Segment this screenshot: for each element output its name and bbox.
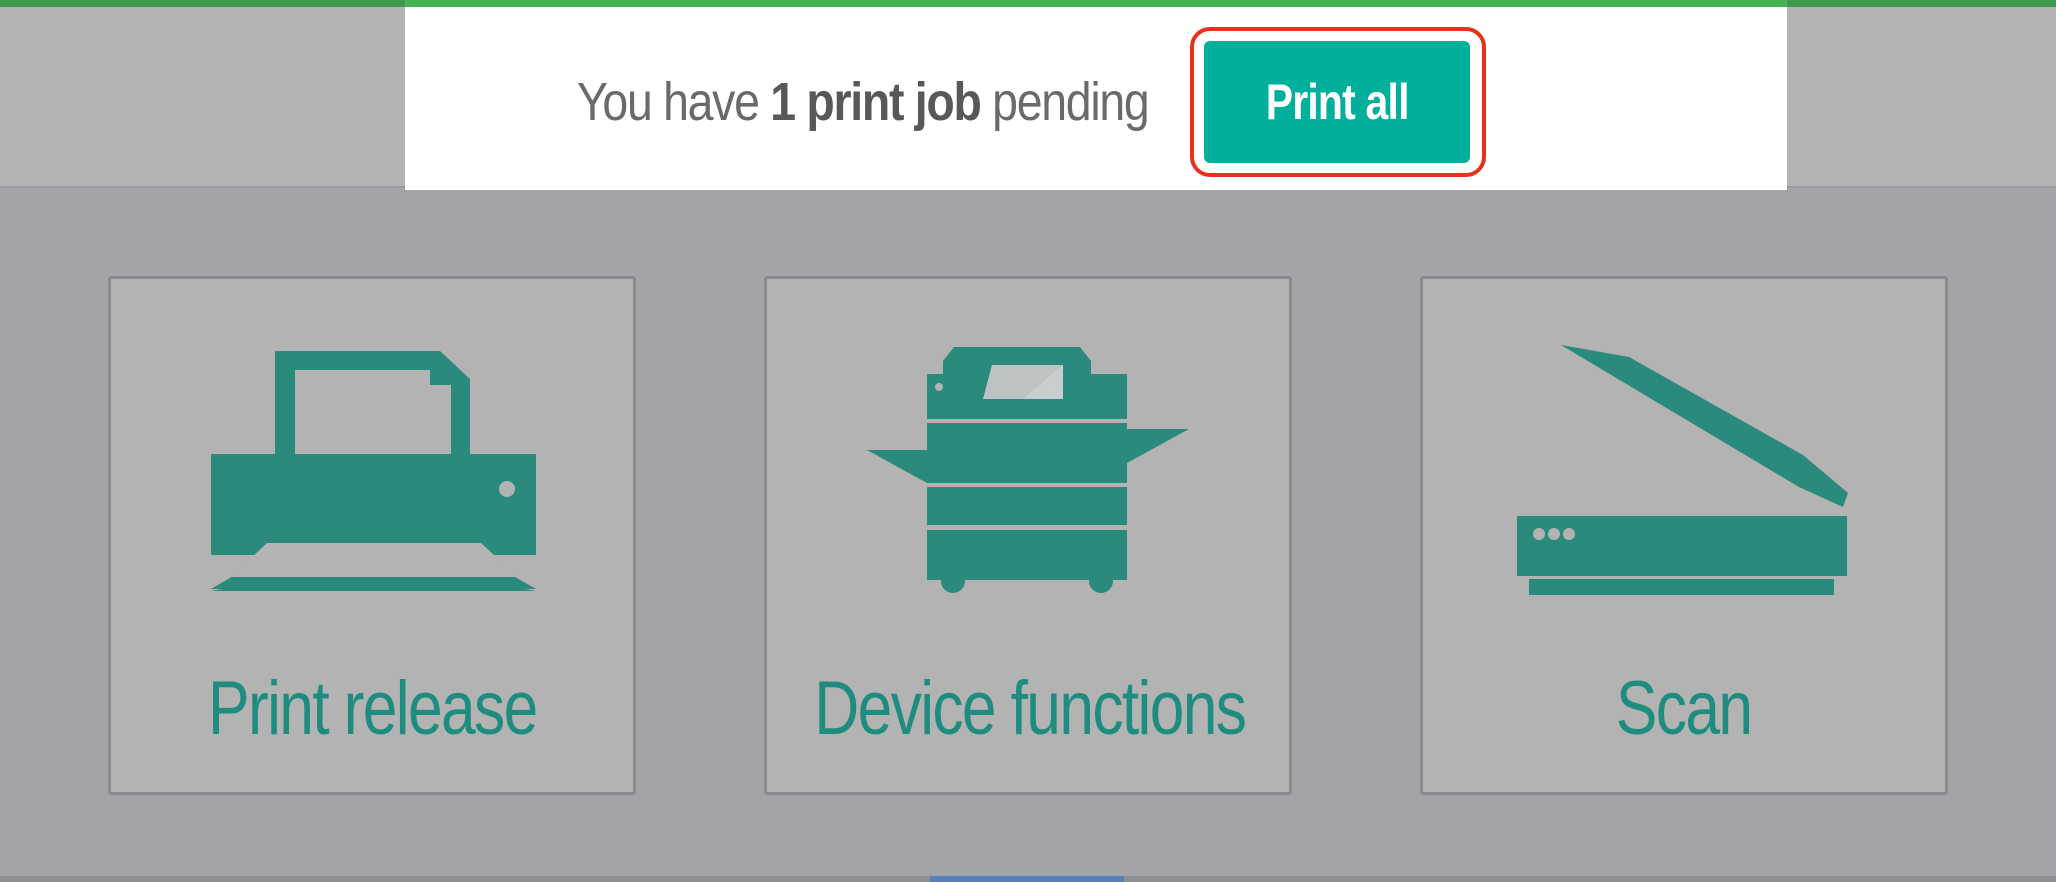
top-accent-highlight [405,0,1787,7]
pending-jobs-message: You have 1 print job pending [577,67,1150,137]
bottom-nav-active-indicator [930,876,1124,882]
pending-suffix: pending [992,72,1150,132]
pending-jobs-banner: You have 1 print job pending Print all [405,7,1787,190]
tile-label-print-release: Print release [207,666,538,751]
copier-icon [867,347,1189,593]
top-accent-bar [0,0,2056,7]
print-all-button[interactable]: Print all [1204,41,1470,163]
tile-label-scan: Scan [1616,666,1753,751]
pending-prefix: You have [577,72,760,132]
bottom-nav-bar [0,876,2056,882]
printer-icon [211,351,536,591]
tile-device-functions[interactable]: Device functions [764,276,1292,795]
tile-scan[interactable]: Scan [1420,276,1948,795]
pending-count: 1 print job [770,72,982,132]
print-all-highlight: Print all [1190,27,1486,177]
print-all-label: Print all [1265,74,1410,130]
scanner-icon [1517,345,1848,595]
tile-label-device-functions: Device functions [814,666,1247,751]
tile-print-release[interactable]: Print release [108,276,636,795]
